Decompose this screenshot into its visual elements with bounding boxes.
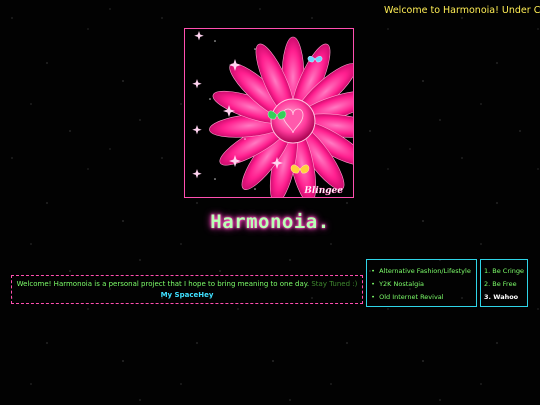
site-title: Harmonoia. [210,211,330,233]
page: Welcome to Harmonoia! Under Constru [0,0,540,405]
watermark-text: Blingee [303,186,343,196]
banner-image: Blingee [184,28,354,198]
flower-icon: Blingee [185,29,353,197]
list-item: • Old Internet Revival [369,291,476,304]
spacehey-link[interactable]: My SpaceHey [12,290,362,301]
topics-list: • Alternative Fashion/Lifestyle • Y2K No… [366,259,477,307]
list-item: 1. Be Cringe [484,267,525,275]
list-item: 2. Be Free [484,280,517,288]
bullet-icon: • [371,293,375,301]
list-item-label: Y2K Nostalgia [379,280,424,288]
list-item: • Alternative Fashion/Lifestyle [369,265,476,278]
list-item-label: Alternative Fashion/Lifestyle [379,267,471,275]
stay-tuned-text: Stay Tuned :) [311,280,358,288]
marquee-banner: Welcome to Harmonoia! Under Constru [384,4,540,18]
marquee-text: Welcome to Harmonoia! Under Constru [384,5,540,16]
list-item-label: Old Internet Revival [379,293,444,301]
bullet-icon: • [371,267,375,275]
welcome-text: Welcome! Harmonoia is a personal project… [16,280,310,288]
welcome-box: Welcome! Harmonoia is a personal project… [11,275,363,304]
list-item: • Y2K Nostalgia [369,278,476,291]
list-item: 3. Wahoo [484,293,519,301]
rules-list: 1. Be Cringe 2. Be Free 3. Wahoo [480,259,528,307]
bullet-icon: • [371,280,375,288]
